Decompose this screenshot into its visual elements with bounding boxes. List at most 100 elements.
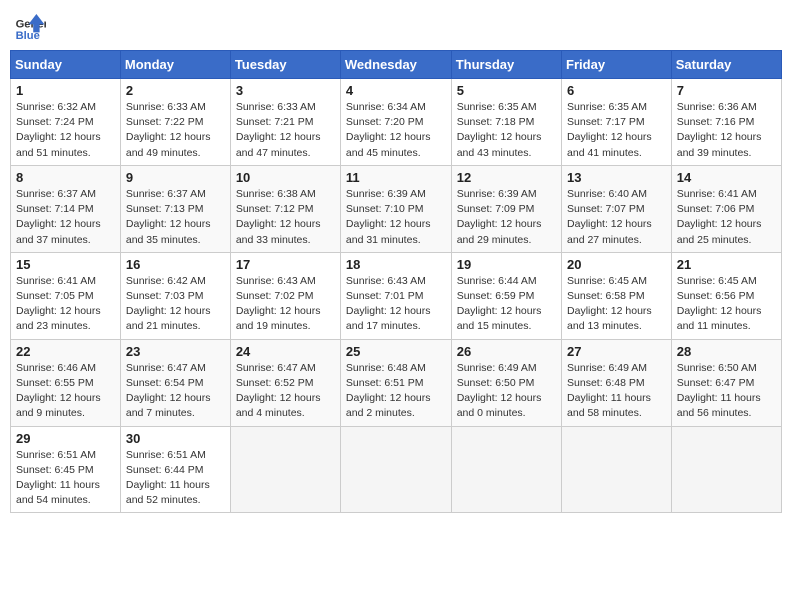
- day-info: Sunrise: 6:40 AMSunset: 7:07 PMDaylight:…: [567, 187, 666, 248]
- day-info: Sunrise: 6:32 AMSunset: 7:24 PMDaylight:…: [16, 100, 115, 161]
- calendar-cell: 29 Sunrise: 6:51 AMSunset: 6:45 PMDayligh…: [11, 426, 121, 513]
- calendar-cell: 30Sunrise: 6:51 AMSunset: 6:44 PMDayligh…: [120, 426, 230, 513]
- calendar-week-4: 22 Sunrise: 6:46 AMSunset: 6:55 PMDayligh…: [11, 339, 782, 426]
- page-header: General Blue: [10, 10, 782, 42]
- day-info: Sunrise: 6:37 AMSunset: 7:13 PMDaylight:…: [126, 187, 225, 248]
- calendar-cell: 7 Sunrise: 6:36 AMSunset: 7:16 PMDaylight…: [671, 79, 781, 166]
- day-info: Sunrise: 6:39 AMSunset: 7:10 PMDaylight:…: [346, 187, 446, 248]
- day-number: 2: [126, 83, 225, 98]
- day-number: 12: [457, 170, 556, 185]
- calendar-cell: [451, 426, 561, 513]
- calendar-cell: 22 Sunrise: 6:46 AMSunset: 6:55 PMDayligh…: [11, 339, 121, 426]
- day-info: Sunrise: 6:42 AMSunset: 7:03 PMDaylight:…: [126, 274, 225, 335]
- calendar-cell: 4 Sunrise: 6:34 AMSunset: 7:20 PMDaylight…: [340, 79, 451, 166]
- calendar-cell: 17 Sunrise: 6:43 AMSunset: 7:02 PMDayligh…: [230, 252, 340, 339]
- day-number: 30: [126, 431, 225, 446]
- calendar-cell: 13 Sunrise: 6:40 AMSunset: 7:07 PMDayligh…: [562, 165, 672, 252]
- day-info: Sunrise: 6:36 AMSunset: 7:16 PMDaylight:…: [677, 100, 776, 161]
- day-info: Sunrise: 6:33 AMSunset: 7:22 PMDaylight:…: [126, 100, 225, 161]
- calendar-week-2: 8 Sunrise: 6:37 AMSunset: 7:14 PMDaylight…: [11, 165, 782, 252]
- day-number: 16: [126, 257, 225, 272]
- day-info: Sunrise: 6:38 AMSunset: 7:12 PMDaylight:…: [236, 187, 335, 248]
- day-info: Sunrise: 6:35 AMSunset: 7:17 PMDaylight:…: [567, 100, 666, 161]
- day-info: Sunrise: 6:45 AMSunset: 6:58 PMDaylight:…: [567, 274, 666, 335]
- day-number: 3: [236, 83, 335, 98]
- weekday-header-friday: Friday: [562, 51, 672, 79]
- day-info: Sunrise: 6:49 AMSunset: 6:50 PMDaylight:…: [457, 361, 556, 422]
- weekday-header-thursday: Thursday: [451, 51, 561, 79]
- svg-text:General: General: [16, 19, 46, 31]
- calendar-cell: 6 Sunrise: 6:35 AMSunset: 7:17 PMDaylight…: [562, 79, 672, 166]
- calendar-cell: 28Sunrise: 6:50 AMSunset: 6:47 PMDayligh…: [671, 339, 781, 426]
- calendar-cell: 15 Sunrise: 6:41 AMSunset: 7:05 PMDayligh…: [11, 252, 121, 339]
- day-number: 17: [236, 257, 335, 272]
- calendar-cell: 8 Sunrise: 6:37 AMSunset: 7:14 PMDaylight…: [11, 165, 121, 252]
- day-number: 29: [16, 431, 115, 446]
- calendar-cell: 23 Sunrise: 6:47 AMSunset: 6:54 PMDayligh…: [120, 339, 230, 426]
- calendar-header-row: SundayMondayTuesdayWednesdayThursdayFrid…: [11, 51, 782, 79]
- calendar-cell: 10 Sunrise: 6:38 AMSunset: 7:12 PMDayligh…: [230, 165, 340, 252]
- day-number: 7: [677, 83, 776, 98]
- day-number: 10: [236, 170, 335, 185]
- day-info: Sunrise: 6:47 AMSunset: 6:54 PMDaylight:…: [126, 361, 225, 422]
- calendar-cell: 2 Sunrise: 6:33 AMSunset: 7:22 PMDaylight…: [120, 79, 230, 166]
- logo-icon: General Blue: [14, 10, 46, 42]
- day-number: 23: [126, 344, 225, 359]
- day-number: 1: [16, 83, 115, 98]
- day-info: Sunrise: 6:51 AMSunset: 6:45 PMDaylight:…: [16, 448, 115, 509]
- day-number: 4: [346, 83, 446, 98]
- day-number: 11: [346, 170, 446, 185]
- day-number: 22: [16, 344, 115, 359]
- calendar-cell: 5Sunrise: 6:35 AMSunset: 7:18 PMDaylight…: [451, 79, 561, 166]
- day-info: Sunrise: 6:44 AMSunset: 6:59 PMDaylight:…: [457, 274, 556, 335]
- calendar-week-5: 29 Sunrise: 6:51 AMSunset: 6:45 PMDayligh…: [11, 426, 782, 513]
- day-info: Sunrise: 6:45 AMSunset: 6:56 PMDaylight:…: [677, 274, 776, 335]
- day-info: Sunrise: 6:41 AMSunset: 7:05 PMDaylight:…: [16, 274, 115, 335]
- day-info: Sunrise: 6:33 AMSunset: 7:21 PMDaylight:…: [236, 100, 335, 161]
- calendar-cell: 1 Sunrise: 6:32 AMSunset: 7:24 PMDaylight…: [11, 79, 121, 166]
- day-info: Sunrise: 6:49 AMSunset: 6:48 PMDaylight:…: [567, 361, 666, 422]
- day-number: 26: [457, 344, 556, 359]
- calendar-cell: [340, 426, 451, 513]
- calendar-cell: 18Sunrise: 6:43 AMSunset: 7:01 PMDayligh…: [340, 252, 451, 339]
- calendar-body: 1 Sunrise: 6:32 AMSunset: 7:24 PMDaylight…: [11, 79, 782, 513]
- day-number: 18: [346, 257, 446, 272]
- day-number: 20: [567, 257, 666, 272]
- day-info: Sunrise: 6:34 AMSunset: 7:20 PMDaylight:…: [346, 100, 446, 161]
- weekday-header-saturday: Saturday: [671, 51, 781, 79]
- calendar: SundayMondayTuesdayWednesdayThursdayFrid…: [10, 50, 782, 513]
- calendar-week-3: 15 Sunrise: 6:41 AMSunset: 7:05 PMDayligh…: [11, 252, 782, 339]
- day-info: Sunrise: 6:50 AMSunset: 6:47 PMDaylight:…: [677, 361, 776, 422]
- day-number: 13: [567, 170, 666, 185]
- calendar-cell: [230, 426, 340, 513]
- calendar-cell: 11 Sunrise: 6:39 AMSunset: 7:10 PMDayligh…: [340, 165, 451, 252]
- calendar-cell: 16 Sunrise: 6:42 AMSunset: 7:03 PMDayligh…: [120, 252, 230, 339]
- calendar-cell: [671, 426, 781, 513]
- day-number: 8: [16, 170, 115, 185]
- day-info: Sunrise: 6:46 AMSunset: 6:55 PMDaylight:…: [16, 361, 115, 422]
- day-number: 25: [346, 344, 446, 359]
- weekday-header-tuesday: Tuesday: [230, 51, 340, 79]
- calendar-cell: 14 Sunrise: 6:41 AMSunset: 7:06 PMDayligh…: [671, 165, 781, 252]
- calendar-cell: 19Sunrise: 6:44 AMSunset: 6:59 PMDayligh…: [451, 252, 561, 339]
- day-info: Sunrise: 6:41 AMSunset: 7:06 PMDaylight:…: [677, 187, 776, 248]
- day-number: 14: [677, 170, 776, 185]
- calendar-cell: 25 Sunrise: 6:48 AMSunset: 6:51 PMDayligh…: [340, 339, 451, 426]
- day-number: 6: [567, 83, 666, 98]
- calendar-cell: 3 Sunrise: 6:33 AMSunset: 7:21 PMDaylight…: [230, 79, 340, 166]
- day-info: Sunrise: 6:43 AMSunset: 7:02 PMDaylight:…: [236, 274, 335, 335]
- day-number: 9: [126, 170, 225, 185]
- calendar-cell: 9 Sunrise: 6:37 AMSunset: 7:13 PMDaylight…: [120, 165, 230, 252]
- day-number: 5: [457, 83, 556, 98]
- calendar-week-1: 1 Sunrise: 6:32 AMSunset: 7:24 PMDaylight…: [11, 79, 782, 166]
- weekday-header-sunday: Sunday: [11, 51, 121, 79]
- day-info: Sunrise: 6:48 AMSunset: 6:51 PMDaylight:…: [346, 361, 446, 422]
- day-number: 15: [16, 257, 115, 272]
- day-number: 24: [236, 344, 335, 359]
- day-info: Sunrise: 6:39 AMSunset: 7:09 PMDaylight:…: [457, 187, 556, 248]
- calendar-cell: 24 Sunrise: 6:47 AMSunset: 6:52 PMDayligh…: [230, 339, 340, 426]
- day-info: Sunrise: 6:47 AMSunset: 6:52 PMDaylight:…: [236, 361, 335, 422]
- day-info: Sunrise: 6:37 AMSunset: 7:14 PMDaylight:…: [16, 187, 115, 248]
- calendar-cell: 21 Sunrise: 6:45 AMSunset: 6:56 PMDayligh…: [671, 252, 781, 339]
- day-number: 21: [677, 257, 776, 272]
